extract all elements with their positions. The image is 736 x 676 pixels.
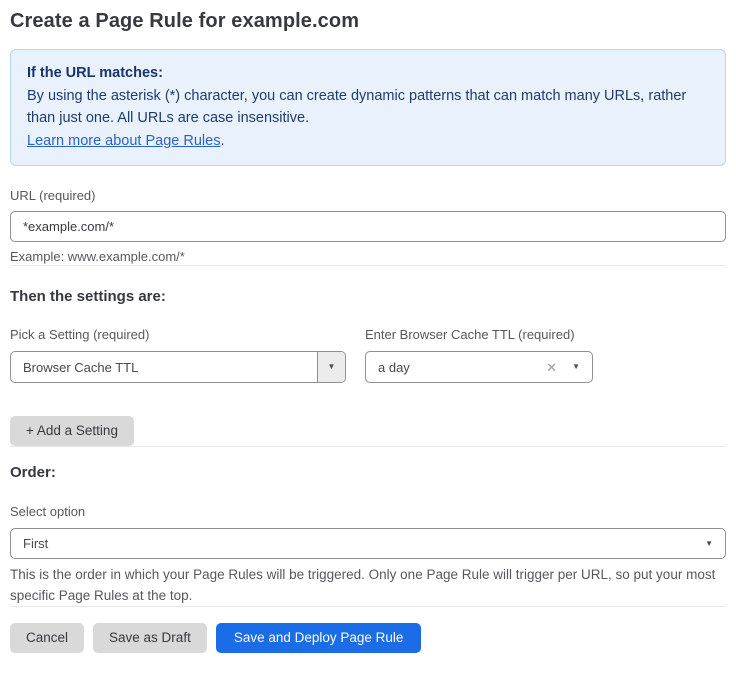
save-and-deploy-button[interactable]: Save and Deploy Page Rule <box>216 623 422 653</box>
ttl-combobox[interactable]: a day ✕ ▼ <box>365 351 593 383</box>
pick-setting-select[interactable]: Browser Cache TTL ▼ <box>10 351 346 383</box>
link-suffix-period: . <box>220 133 224 149</box>
create-page-rule-form: Create a Page Rule for example.com If th… <box>0 0 736 653</box>
form-actions: Cancel Save as Draft Save and Deploy Pag… <box>10 623 726 653</box>
pick-setting-selected-value: Browser Cache TTL <box>11 352 317 382</box>
learn-more-link[interactable]: Learn more about Page Rules <box>27 133 220 149</box>
url-match-info-box: If the URL matches: By using the asteris… <box>10 49 726 166</box>
divider <box>10 446 726 447</box>
order-helper-text: This is the order in which your Page Rul… <box>10 564 726 606</box>
page-title: Create a Page Rule for example.com <box>10 8 726 35</box>
url-input[interactable] <box>10 211 726 242</box>
order-select-label: Select option <box>10 504 726 520</box>
clear-icon[interactable]: ✕ <box>546 361 557 374</box>
chevron-down-icon[interactable]: ▼ <box>572 363 580 371</box>
info-box-title: If the URL matches: <box>27 62 709 85</box>
ttl-column: Enter Browser Cache TTL (required) a day… <box>365 327 593 383</box>
divider <box>10 265 726 266</box>
url-example-helper: Example: www.example.com/* <box>10 249 726 265</box>
order-heading: Order: <box>10 463 726 482</box>
cancel-button[interactable]: Cancel <box>10 623 84 653</box>
pick-setting-column: Pick a Setting (required) Browser Cache … <box>10 327 346 383</box>
divider <box>10 606 726 607</box>
ttl-label: Enter Browser Cache TTL (required) <box>365 327 593 343</box>
chevron-down-icon: ▼ <box>705 540 713 548</box>
settings-row: Pick a Setting (required) Browser Cache … <box>10 327 726 383</box>
save-as-draft-button[interactable]: Save as Draft <box>93 623 207 653</box>
order-selected-value: First <box>23 536 705 551</box>
add-setting-button[interactable]: + Add a Setting <box>10 416 134 446</box>
chevron-down-icon: ▼ <box>317 352 345 382</box>
settings-heading: Then the settings are: <box>10 287 726 306</box>
pick-setting-label: Pick a Setting (required) <box>10 327 346 343</box>
order-select[interactable]: First ▼ <box>10 528 726 559</box>
url-label: URL (required) <box>10 188 726 204</box>
info-box-body: By using the asterisk (*) character, you… <box>27 85 709 130</box>
ttl-selected-value: a day <box>378 360 546 375</box>
info-box-link-line: Learn more about Page Rules. <box>27 130 709 153</box>
